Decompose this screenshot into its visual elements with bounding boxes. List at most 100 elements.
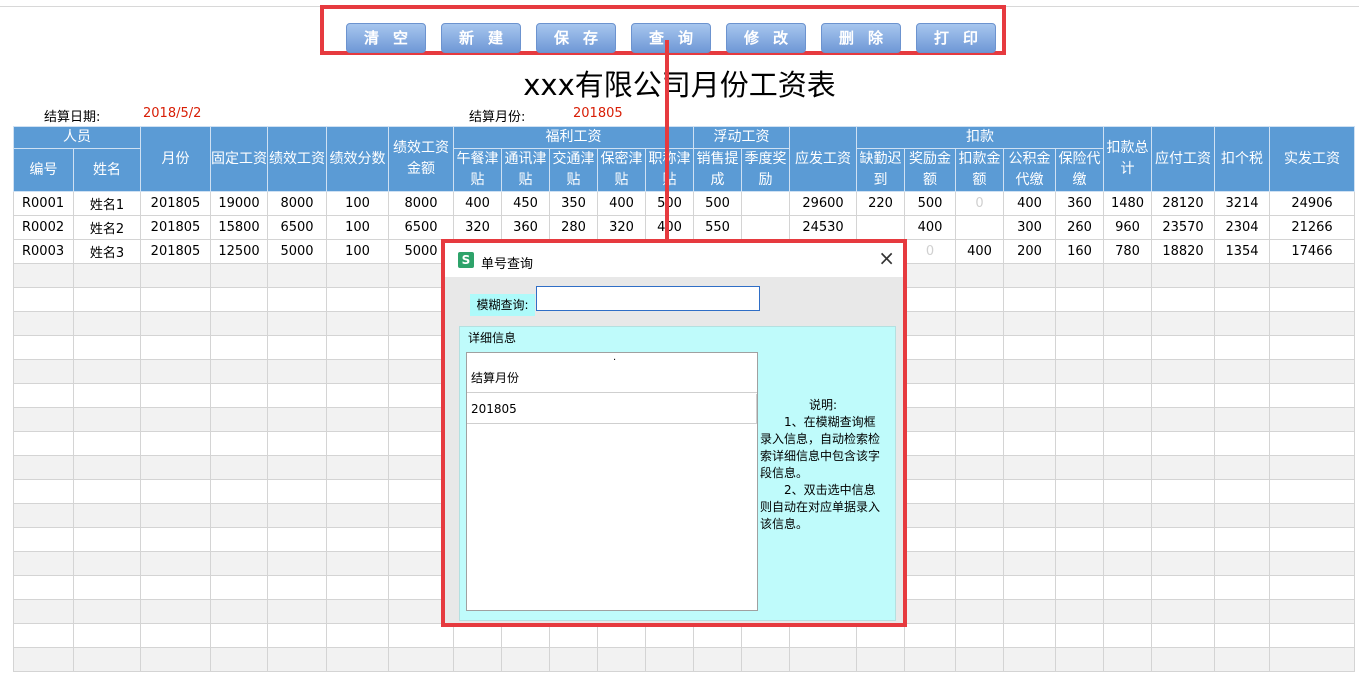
table-cell[interactable]: 360 (1055, 191, 1104, 216)
table-cell[interactable] (1151, 599, 1215, 624)
table-cell[interactable] (140, 287, 211, 312)
table-cell[interactable] (1269, 383, 1355, 408)
save-button[interactable]: 保存 (536, 23, 616, 53)
table-cell[interactable] (1269, 575, 1355, 600)
table-cell[interactable] (140, 551, 211, 576)
table-cell[interactable] (326, 359, 389, 384)
table-cell[interactable] (904, 623, 956, 648)
table-cell[interactable] (1214, 479, 1270, 504)
table-cell[interactable] (955, 623, 1004, 648)
table-cell[interactable] (597, 647, 646, 672)
table-cell[interactable]: 400 (1003, 191, 1056, 216)
table-cell[interactable] (13, 527, 74, 552)
table-cell[interactable] (73, 335, 141, 360)
table-cell[interactable] (73, 455, 141, 480)
table-cell[interactable]: 24530 (789, 215, 857, 240)
table-cell[interactable]: 320 (453, 215, 502, 240)
table-cell[interactable] (1103, 431, 1152, 456)
table-cell[interactable]: R0003 (13, 239, 74, 264)
table-cell[interactable] (1003, 287, 1056, 312)
table-cell[interactable] (1055, 359, 1104, 384)
fuzzy-query-input[interactable] (536, 286, 760, 311)
table-cell[interactable] (1269, 335, 1355, 360)
table-cell[interactable] (1214, 383, 1270, 408)
table-cell[interactable] (904, 527, 956, 552)
table-cell[interactable] (856, 647, 905, 672)
table-cell[interactable] (741, 191, 790, 216)
table-cell[interactable] (453, 647, 502, 672)
table-cell[interactable] (1055, 503, 1104, 528)
table-cell[interactable] (1055, 311, 1104, 336)
table-cell[interactable] (904, 431, 956, 456)
table-cell[interactable] (140, 527, 211, 552)
table-cell[interactable] (73, 407, 141, 432)
table-cell[interactable] (267, 383, 327, 408)
table-cell[interactable] (210, 479, 268, 504)
table-cell[interactable] (1151, 311, 1215, 336)
table-cell[interactable] (1214, 551, 1270, 576)
table-cell[interactable] (1151, 287, 1215, 312)
table-cell[interactable] (955, 503, 1004, 528)
table-cell[interactable] (210, 575, 268, 600)
table-cell[interactable] (1151, 455, 1215, 480)
table-cell[interactable]: 400 (597, 191, 646, 216)
table-cell[interactable]: 18820 (1151, 239, 1215, 264)
table-cell[interactable] (904, 287, 956, 312)
table-cell[interactable] (1055, 647, 1104, 672)
table-cell[interactable]: 17466 (1269, 239, 1355, 264)
table-cell[interactable] (955, 599, 1004, 624)
table-cell[interactable] (1055, 575, 1104, 600)
table-cell[interactable] (1269, 311, 1355, 336)
table-cell[interactable] (267, 359, 327, 384)
table-cell[interactable] (904, 407, 956, 432)
table-cell[interactable] (1003, 599, 1056, 624)
table-cell[interactable]: 24906 (1269, 191, 1355, 216)
table-cell[interactable]: 400 (453, 191, 502, 216)
table-cell[interactable] (1055, 599, 1104, 624)
table-cell[interactable] (1214, 287, 1270, 312)
table-cell[interactable]: 姓名2 (73, 215, 141, 240)
table-cell[interactable]: 100 (326, 191, 389, 216)
table-cell[interactable] (1269, 527, 1355, 552)
table-cell[interactable]: 320 (597, 215, 646, 240)
table-cell[interactable] (453, 623, 502, 648)
table-cell[interactable] (904, 575, 956, 600)
table-cell[interactable]: 160 (1055, 239, 1104, 264)
table-cell[interactable] (73, 263, 141, 288)
new-button[interactable]: 新建 (441, 23, 521, 53)
table-cell[interactable] (1103, 407, 1152, 432)
table-cell[interactable] (955, 575, 1004, 600)
table-cell[interactable]: 28120 (1151, 191, 1215, 216)
table-cell[interactable] (326, 503, 389, 528)
table-cell[interactable] (326, 551, 389, 576)
table-cell[interactable] (210, 263, 268, 288)
table-cell[interactable] (1003, 647, 1056, 672)
table-cell[interactable] (1151, 431, 1215, 456)
table-cell[interactable] (13, 647, 74, 672)
table-cell[interactable] (1055, 383, 1104, 408)
table-cell[interactable] (267, 575, 327, 600)
table-cell[interactable] (326, 335, 389, 360)
table-cell[interactable]: 450 (501, 191, 550, 216)
table-cell[interactable] (1003, 455, 1056, 480)
table-cell[interactable] (1214, 527, 1270, 552)
table-cell[interactable] (1003, 407, 1056, 432)
table-cell[interactable] (904, 647, 956, 672)
modify-button[interactable]: 修改 (726, 23, 806, 53)
table-cell[interactable] (1214, 575, 1270, 600)
table-cell[interactable] (1151, 383, 1215, 408)
table-cell[interactable] (73, 527, 141, 552)
table-cell[interactable] (210, 527, 268, 552)
table-cell[interactable] (904, 503, 956, 528)
table-cell[interactable] (140, 503, 211, 528)
table-cell[interactable] (1214, 407, 1270, 432)
table-cell[interactable] (1055, 551, 1104, 576)
table-cell[interactable] (1151, 623, 1215, 648)
table-cell[interactable] (326, 455, 389, 480)
table-cell[interactable]: 6500 (388, 215, 454, 240)
table-cell[interactable] (210, 647, 268, 672)
table-cell[interactable] (1055, 527, 1104, 552)
table-cell[interactable] (1003, 479, 1056, 504)
table-cell[interactable] (210, 551, 268, 576)
table-cell[interactable] (13, 287, 74, 312)
